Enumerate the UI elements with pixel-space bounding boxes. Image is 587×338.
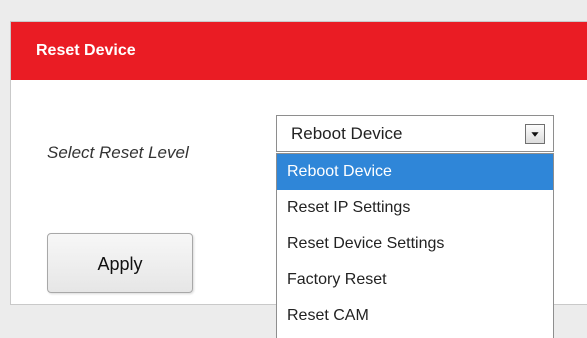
apply-button[interactable]: Apply — [47, 233, 193, 293]
reset-level-select[interactable]: Reboot Device — [276, 115, 554, 152]
reset-level-dropdown-list: Reboot Device Reset IP Settings Reset De… — [276, 153, 554, 338]
dropdown-option-reset-cam[interactable]: Reset CAM — [277, 298, 553, 334]
dropdown-option-factory-reset[interactable]: Factory Reset — [277, 262, 553, 298]
chevron-down-icon[interactable] — [525, 124, 545, 144]
dropdown-option-reset-device-settings[interactable]: Reset Device Settings — [277, 226, 553, 262]
dropdown-option-reset-ip-settings[interactable]: Reset IP Settings — [277, 190, 553, 226]
dropdown-option-reboot-device[interactable]: Reboot Device — [277, 154, 553, 190]
reset-level-selected-value: Reboot Device — [291, 124, 403, 143]
page-root: Reset Device Select Reset Level Apply Re… — [0, 0, 587, 338]
select-reset-level-label: Select Reset Level — [47, 143, 189, 162]
panel-header: Reset Device — [11, 22, 587, 80]
